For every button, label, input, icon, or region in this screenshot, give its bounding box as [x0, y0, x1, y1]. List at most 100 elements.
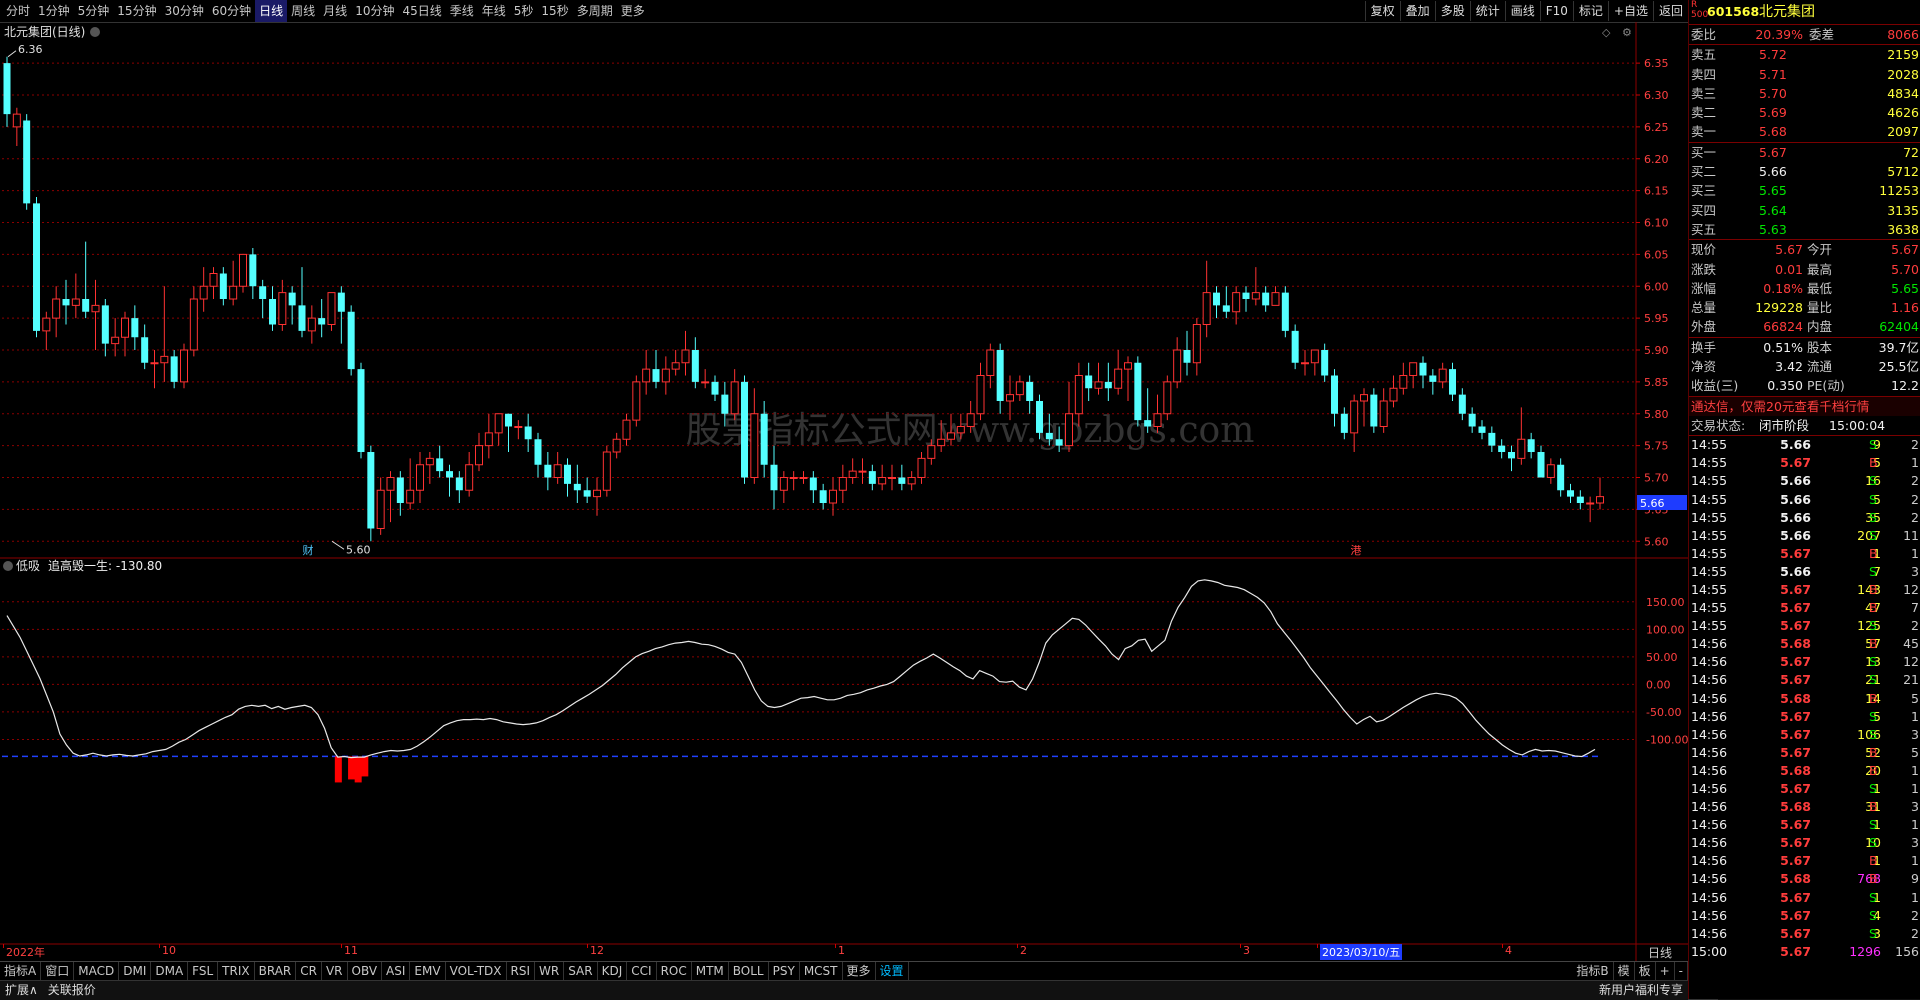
- candle[interactable]: [858, 458, 867, 484]
- candle[interactable]: [1026, 375, 1034, 414]
- candle[interactable]: [1163, 375, 1172, 421]
- candle[interactable]: [327, 292, 336, 331]
- candle[interactable]: [1527, 432, 1535, 459]
- tab-right-1[interactable]: 模: [1614, 962, 1635, 981]
- candle[interactable]: [269, 286, 276, 331]
- candle[interactable]: [1389, 375, 1398, 408]
- candle[interactable]: [455, 471, 463, 503]
- candle[interactable]: [406, 458, 415, 510]
- candle[interactable]: [691, 337, 699, 389]
- candle[interactable]: [1291, 324, 1299, 370]
- indicator-tab-16[interactable]: SAR: [564, 962, 598, 981]
- candle[interactable]: [612, 432, 621, 459]
- indicator-tab-21[interactable]: BOLL: [729, 962, 769, 981]
- candle[interactable]: [1310, 349, 1319, 376]
- candle[interactable]: [318, 299, 326, 338]
- candle[interactable]: [1360, 388, 1368, 427]
- indicator-tab-17[interactable]: KDJ: [598, 962, 628, 981]
- bid-level[interactable]: 买一 5.67 72: [1689, 143, 1920, 162]
- candle[interactable]: [180, 343, 188, 389]
- candle[interactable]: [750, 388, 759, 484]
- candle[interactable]: [878, 464, 887, 491]
- period-10[interactable]: 45日线: [398, 0, 445, 22]
- period-7[interactable]: 周线: [287, 0, 319, 22]
- candle[interactable]: [71, 273, 80, 319]
- candle[interactable]: [199, 267, 208, 312]
- candle[interactable]: [1409, 362, 1418, 389]
- indicator-tab-13[interactable]: VOL-TDX: [446, 962, 507, 981]
- candle[interactable]: [386, 471, 395, 523]
- candle[interactable]: [111, 318, 120, 357]
- candle[interactable]: [583, 477, 591, 504]
- candle[interactable]: [446, 464, 453, 497]
- candle[interactable]: [376, 477, 385, 535]
- candle[interactable]: [652, 350, 660, 389]
- candle[interactable]: [514, 420, 523, 440]
- period-12[interactable]: 年线: [478, 0, 510, 22]
- candle[interactable]: [1281, 286, 1289, 338]
- candle[interactable]: [829, 477, 837, 516]
- candle[interactable]: [1242, 286, 1250, 312]
- candle[interactable]: [1537, 445, 1545, 478]
- candle[interactable]: [907, 471, 916, 491]
- candle[interactable]: [1192, 318, 1201, 376]
- period-4[interactable]: 30分钟: [161, 0, 208, 22]
- candle[interactable]: [1134, 356, 1142, 427]
- indicator-tab-7[interactable]: BRAR: [255, 962, 297, 981]
- indicator-tab-10[interactable]: OBV: [348, 962, 383, 981]
- candle[interactable]: [976, 362, 985, 421]
- candle[interactable]: [357, 362, 365, 459]
- candle[interactable]: [1183, 330, 1191, 376]
- candle[interactable]: [288, 286, 296, 325]
- indicator-tab-12[interactable]: EMV: [410, 962, 446, 981]
- candle[interactable]: [249, 248, 257, 299]
- candle[interactable]: [1576, 490, 1584, 510]
- candle[interactable]: [1488, 426, 1496, 453]
- candle[interactable]: [298, 267, 306, 338]
- tab-right-0[interactable]: 指标B: [1572, 962, 1614, 981]
- candle[interactable]: [1429, 369, 1437, 395]
- candle[interactable]: [661, 356, 670, 395]
- bid-level[interactable]: 买二 5.66 5712: [1689, 162, 1920, 181]
- tool-button-7[interactable]: +自选: [1607, 1, 1653, 21]
- period-6[interactable]: 日线: [255, 0, 288, 22]
- candle[interactable]: [189, 286, 198, 357]
- candle[interactable]: [1213, 286, 1220, 319]
- candle[interactable]: [888, 464, 896, 491]
- candle[interactable]: [1104, 362, 1112, 401]
- indicator-tab-0[interactable]: 指标A: [0, 962, 42, 981]
- period-indicator[interactable]: 日线: [1648, 944, 1672, 961]
- indicator-tab-5[interactable]: FSL: [188, 962, 219, 981]
- period-9[interactable]: 10分钟: [351, 0, 398, 22]
- candle[interactable]: [484, 413, 493, 459]
- candle[interactable]: [150, 350, 159, 389]
- indicator-tab-19[interactable]: ROC: [657, 962, 692, 981]
- bid-level[interactable]: 买五 5.63 3638: [1689, 220, 1920, 239]
- candle[interactable]: [1015, 375, 1024, 402]
- candle[interactable]: [1114, 350, 1123, 395]
- indicator-menu-icon[interactable]: [3, 561, 13, 571]
- candle[interactable]: [347, 305, 355, 376]
- bid-level[interactable]: 买三 5.65 11253: [1689, 181, 1920, 200]
- candle[interactable]: [229, 260, 238, 306]
- candle[interactable]: [1498, 439, 1506, 459]
- candle[interactable]: [91, 279, 100, 350]
- indicator-tab-24[interactable]: 更多: [843, 962, 876, 981]
- candle[interactable]: [1546, 458, 1555, 484]
- candle[interactable]: [367, 445, 375, 542]
- candle[interactable]: [593, 477, 601, 516]
- candle[interactable]: [602, 445, 611, 497]
- candle[interactable]: [1449, 362, 1456, 401]
- candle[interactable]: [730, 369, 739, 421]
- candle[interactable]: [1271, 286, 1280, 306]
- candle[interactable]: [848, 458, 857, 484]
- ask-level[interactable]: 卖五 5.72 2159: [1689, 45, 1920, 64]
- period-16[interactable]: 更多: [617, 0, 649, 22]
- tool-button-8[interactable]: 返回: [1652, 1, 1688, 21]
- candle[interactable]: [1370, 388, 1378, 433]
- tool-button-4[interactable]: 画线: [1504, 1, 1540, 21]
- candle[interactable]: [1567, 483, 1574, 503]
- candle[interactable]: [425, 452, 434, 484]
- period-3[interactable]: 15分钟: [113, 0, 160, 22]
- candle[interactable]: [209, 267, 218, 299]
